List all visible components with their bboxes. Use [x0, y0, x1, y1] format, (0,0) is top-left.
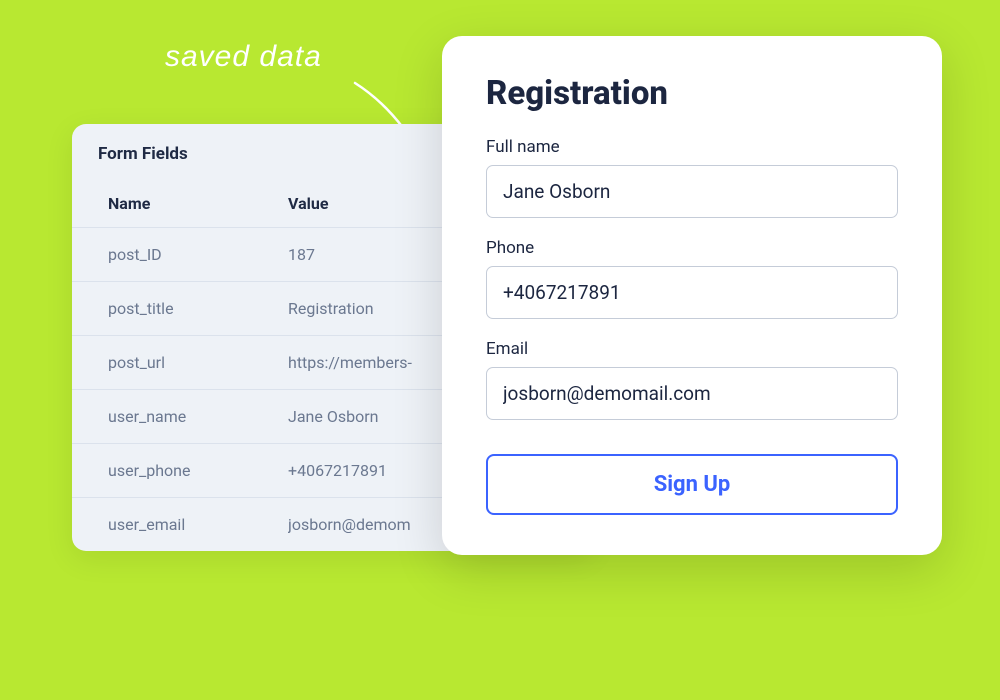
full-name-input[interactable]	[486, 165, 898, 218]
cell-name: user_name	[108, 407, 288, 426]
cell-name: user_phone	[108, 461, 288, 480]
email-group: Email	[486, 339, 898, 420]
full-name-label: Full name	[486, 137, 898, 157]
cell-name: post_url	[108, 353, 288, 372]
cell-name: post_title	[108, 299, 288, 318]
phone-label: Phone	[486, 238, 898, 258]
registration-form: Registration Full name Phone Email Sign …	[442, 36, 942, 555]
cell-name: post_ID	[108, 245, 288, 264]
annotation-saved-data: saved data	[165, 40, 322, 74]
phone-group: Phone	[486, 238, 898, 319]
phone-input[interactable]	[486, 266, 898, 319]
sign-up-button[interactable]: Sign Up	[486, 454, 898, 515]
full-name-group: Full name	[486, 137, 898, 218]
email-input[interactable]	[486, 367, 898, 420]
form-title: Registration	[486, 74, 898, 113]
email-label: Email	[486, 339, 898, 359]
table-header-name: Name	[108, 194, 288, 213]
cell-name: user_email	[108, 515, 288, 534]
